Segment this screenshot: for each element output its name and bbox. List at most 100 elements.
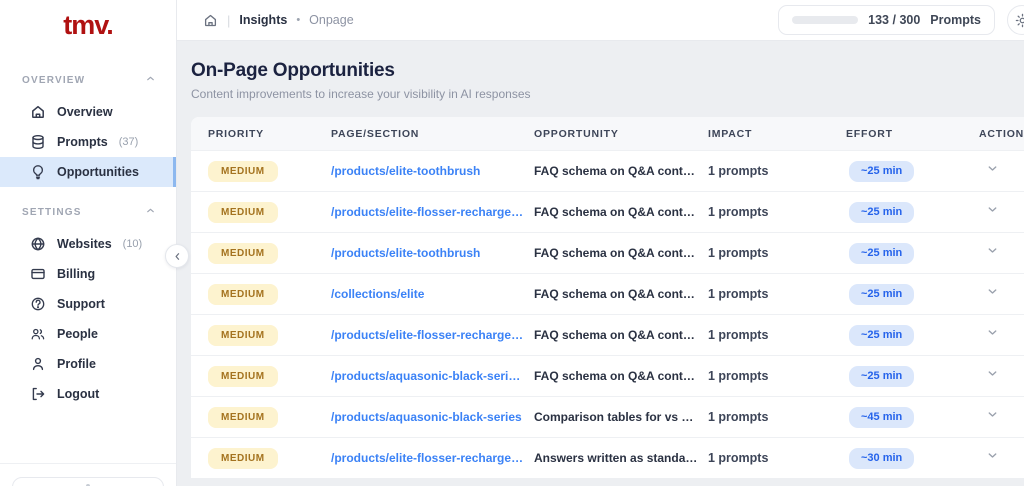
page-link[interactable]: /products/elite-toothbrush: [331, 246, 534, 260]
page-title: On-Page Opportunities: [191, 60, 395, 81]
sidebar-item-label: Billing: [57, 267, 96, 281]
home-icon: [30, 104, 46, 120]
usage-count: 133 / 300: [868, 13, 921, 27]
expand-row-button[interactable]: [986, 449, 999, 462]
sidebar: tmv. OVERVIEW Overview Prompts (37) Opportun…: [0, 0, 177, 486]
page-link[interactable]: /products/elite-flosser-rechargeable-…: [331, 328, 534, 342]
section-header-settings[interactable]: SETTINGS: [0, 195, 176, 229]
opportunity-text: FAQ schema on Q&A content: [534, 328, 701, 342]
action-cell: [979, 449, 1024, 467]
breadcrumb-home-link[interactable]: [203, 13, 218, 28]
action-cell: [979, 285, 1024, 303]
page-link[interactable]: /products/aquasonic-black-series: [331, 410, 534, 424]
sidebar-item-label: Support: [57, 297, 105, 311]
sidebar-item-label: People: [57, 327, 98, 341]
expand-row-button[interactable]: [986, 326, 999, 339]
topbar-right: 133 / 300 Prompts: [778, 5, 1024, 35]
sidebar-item-billing[interactable]: Billing: [0, 259, 176, 289]
sidebar-item-profile[interactable]: Profile: [0, 349, 176, 379]
expand-row-button[interactable]: [986, 203, 999, 216]
expand-row-button[interactable]: [986, 367, 999, 380]
sidebar-item-support[interactable]: Support: [0, 289, 176, 319]
opportunities-table: PRIORITY PAGE/SECTION OPPORTUNITY IMPACT EFF…: [191, 117, 1024, 478]
priority-cell: MEDIUM: [208, 242, 331, 264]
help-icon: [30, 296, 46, 312]
sidebar-item-label: Websites: [57, 237, 112, 251]
impact-text: 1 prompts: [708, 410, 769, 424]
effort-cell: ~30 min: [846, 447, 979, 469]
page-link[interactable]: /collections/elite: [331, 287, 534, 301]
table-row[interactable]: MEDIUM/products/elite-toothbrush FAQ sche…: [191, 232, 1024, 273]
column-header-effort: EFFORT: [846, 127, 893, 140]
sidebar-collapse-button[interactable]: [165, 244, 189, 268]
table-row[interactable]: MEDIUM/products/aquasonic-black-series Co…: [191, 396, 1024, 437]
table-row[interactable]: MEDIUM/products/elite-flosser-rechargeab…: [191, 437, 1024, 478]
column-header-action: ACTION: [979, 127, 1024, 140]
table-row[interactable]: MEDIUM/products/elite-flosser-rechargeab…: [191, 191, 1024, 232]
impact-text: 1 prompts: [708, 451, 769, 465]
impact-text: 1 prompts: [708, 328, 769, 342]
opportunity-text: FAQ schema on Q&A content: [534, 369, 701, 383]
effort-badge: ~25 min: [849, 242, 915, 264]
sidebar-item-prompts[interactable]: Prompts (37): [0, 127, 176, 157]
expand-row-button[interactable]: [986, 408, 999, 421]
expand-row-button[interactable]: [986, 162, 999, 175]
expand-row-button[interactable]: [986, 244, 999, 257]
section-label: OVERVIEW: [22, 74, 86, 86]
person-icon: [30, 356, 46, 372]
sidebar-item-overview[interactable]: Overview: [0, 97, 176, 127]
page-link[interactable]: /products/elite-toothbrush: [331, 164, 534, 178]
opportunity-text: FAQ schema on Q&A content: [534, 287, 701, 301]
theme-toggle-button[interactable]: [1007, 5, 1024, 35]
sidebar-item-people[interactable]: People: [0, 319, 176, 349]
effort-cell: ~25 min: [846, 324, 979, 346]
column-header-page-section: PAGE/SECTION: [331, 127, 420, 140]
chevron-down-icon: [986, 203, 999, 216]
section-header-overview[interactable]: OVERVIEW: [0, 63, 176, 97]
priority-badge: MEDIUM: [208, 283, 278, 305]
priority-cell: MEDIUM: [208, 365, 331, 387]
brand-logo[interactable]: tmv.: [63, 10, 114, 40]
effort-badge: ~30 min: [849, 447, 915, 469]
table-row[interactable]: MEDIUM/products/elite-flosser-rechargeab…: [191, 314, 1024, 355]
topbar: | Insights • Onpage 133 / 300 Prompts: [177, 0, 1024, 41]
effort-badge: ~45 min: [849, 406, 915, 428]
chevron-down-icon: [986, 162, 999, 175]
priority-badge: MEDIUM: [208, 406, 278, 428]
breadcrumb-insights[interactable]: Insights: [239, 13, 287, 27]
sidebar-item-label: Profile: [57, 357, 96, 371]
priority-cell: MEDIUM: [208, 406, 331, 428]
effort-badge: ~25 min: [849, 365, 915, 387]
priority-badge: MEDIUM: [208, 242, 278, 264]
chevron-down-icon: [986, 326, 999, 339]
effort-cell: ~25 min: [846, 365, 979, 387]
priority-badge: MEDIUM: [208, 160, 278, 182]
action-cell: [979, 326, 1024, 344]
sidebar-item-logout[interactable]: Logout: [0, 379, 176, 409]
opportunity-text: Answers written as standalone,…: [534, 451, 708, 465]
action-cell: [979, 244, 1024, 262]
sidebar-item-websites[interactable]: Websites (10): [0, 229, 176, 259]
effort-cell: ~25 min: [846, 283, 979, 305]
effort-cell: ~45 min: [846, 406, 979, 428]
priority-badge: MEDIUM: [208, 201, 278, 223]
content: On-Page Opportunities Content improvemen…: [177, 41, 1024, 478]
page-link[interactable]: /products/elite-flosser-rechargeable-…: [331, 205, 534, 219]
impact-text: 1 prompts: [708, 164, 769, 178]
table-header-row: PRIORITY PAGE/SECTION OPPORTUNITY IMPACT EFF…: [191, 117, 1024, 150]
table-row[interactable]: MEDIUM/products/aquasonic-black-series-r…: [191, 355, 1024, 396]
opportunity-text: Comparison tables for vs queri…: [534, 410, 708, 424]
sidebar-item-label: Logout: [57, 387, 100, 401]
table-row[interactable]: MEDIUM/products/elite-toothbrush FAQ sche…: [191, 150, 1024, 191]
breadcrumb-divider: |: [227, 12, 231, 28]
effort-badge: ~25 min: [849, 283, 915, 305]
page-link[interactable]: /products/aquasonic-black-series-re…: [331, 369, 534, 383]
chevron-down-icon: [986, 449, 999, 462]
page-link[interactable]: /products/elite-flosser-rechargeable-…: [331, 451, 534, 465]
prompts-usage-pill[interactable]: 133 / 300 Prompts: [778, 5, 995, 35]
chevron-down-icon: [986, 285, 999, 298]
sidebar-item-opportunities[interactable]: Opportunities: [0, 157, 176, 187]
sidebar-item-label: Overview: [57, 105, 113, 119]
table-row[interactable]: MEDIUM/collections/elite FAQ schema on Q&…: [191, 273, 1024, 314]
expand-row-button[interactable]: [986, 285, 999, 298]
